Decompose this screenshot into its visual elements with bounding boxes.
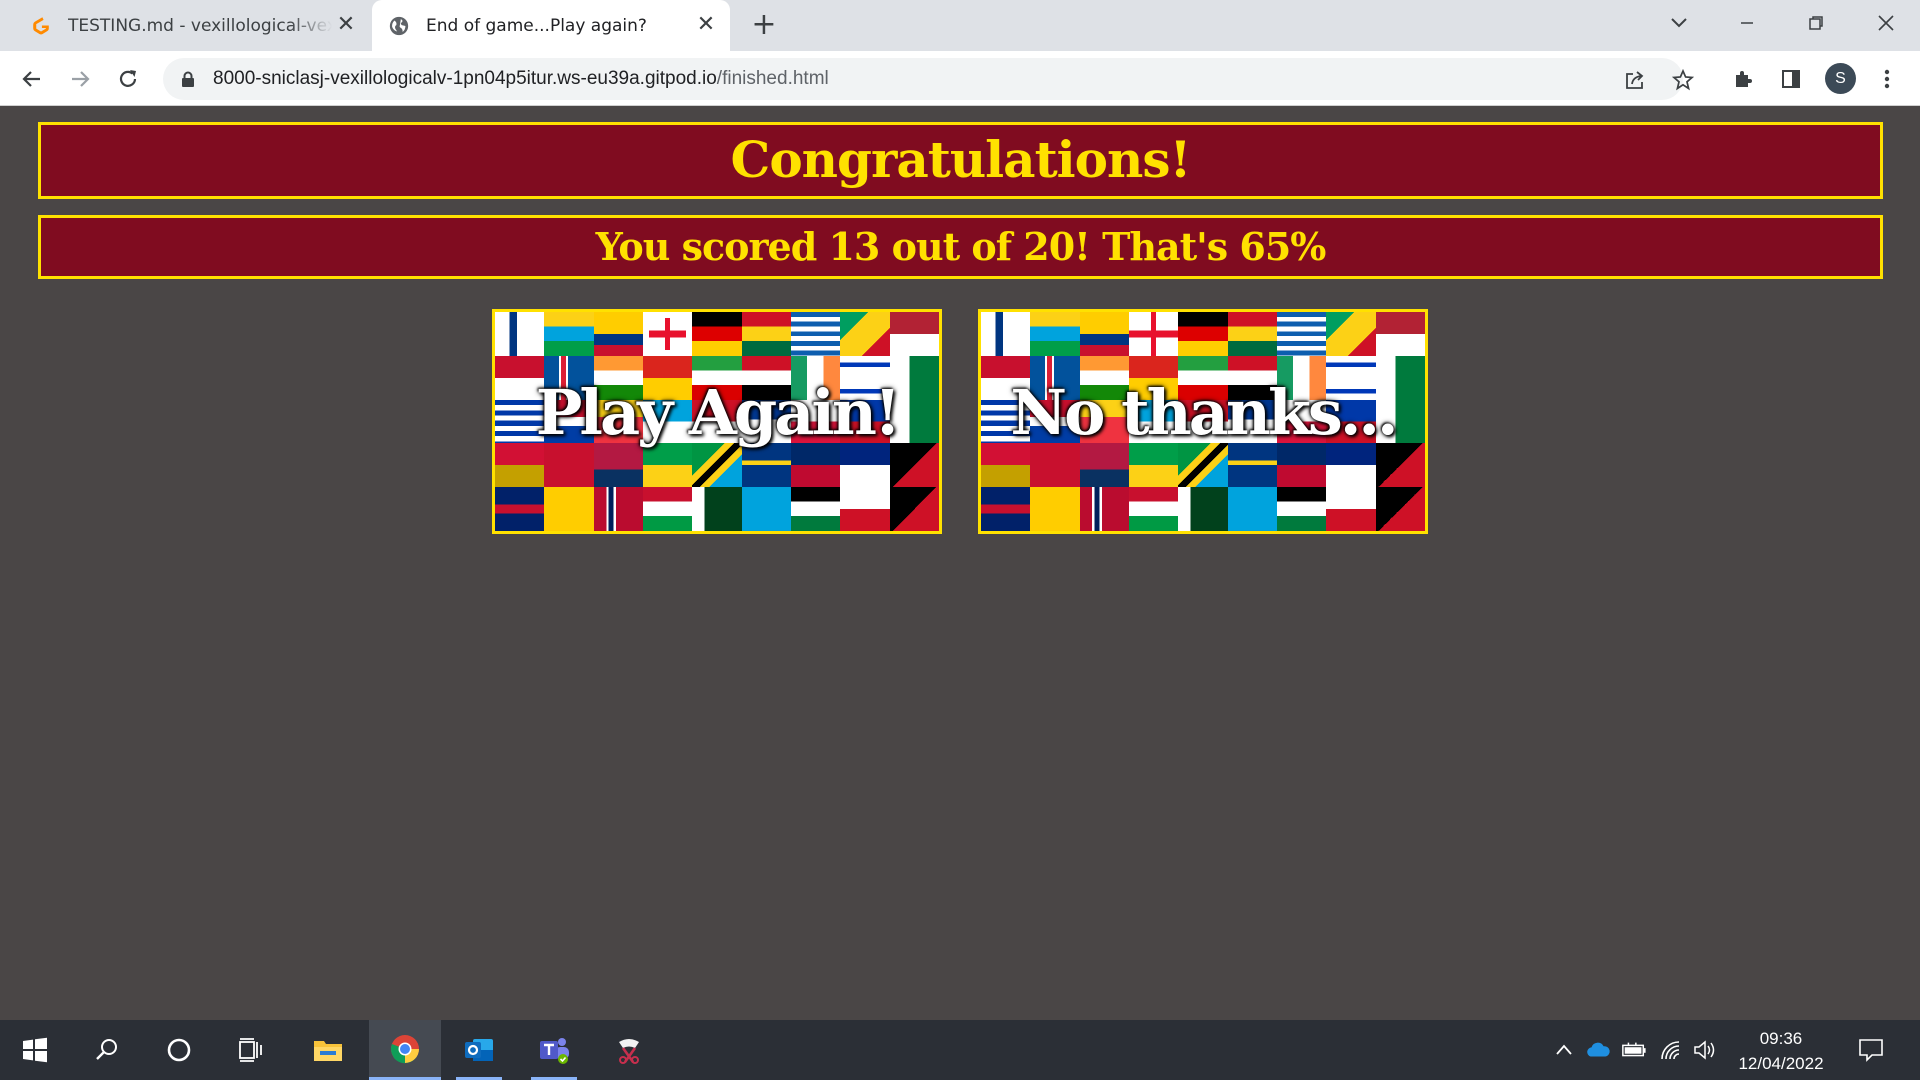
- side-panel-icon[interactable]: [1777, 65, 1805, 93]
- reload-icon[interactable]: [114, 65, 142, 93]
- snip-icon[interactable]: [598, 1020, 660, 1080]
- clock-date: 12/04/2022: [1738, 1054, 1824, 1073]
- file-explorer-icon[interactable]: [297, 1020, 359, 1080]
- system-clock[interactable]: 09:36 12/04/2022: [1725, 1026, 1837, 1076]
- windows-taskbar: 09:36 12/04/2022: [0, 1020, 1920, 1080]
- page-content: Congratulations! You scored 13 out of 20…: [0, 107, 1920, 1020]
- new-tab-button[interactable]: +: [750, 10, 778, 40]
- tab-end-of-game[interactable]: End of game...Play again? ✕: [372, 0, 730, 51]
- teams-icon[interactable]: [523, 1020, 585, 1080]
- url-text[interactable]: 8000-sniclasj-vexillologicalv-1pn04p5itu…: [213, 68, 829, 90]
- clock-time: 09:36: [1759, 1029, 1803, 1048]
- close-window-icon[interactable]: [1868, 8, 1904, 38]
- tab-search-icon[interactable]: [1661, 8, 1697, 38]
- page-title: Congratulations!: [38, 122, 1883, 199]
- close-tab-icon[interactable]: ✕: [694, 13, 718, 37]
- play-again-label: Play Again!: [535, 376, 901, 449]
- score-message: You scored 13 out of 20! That's 65%: [38, 215, 1883, 279]
- lock-icon: [182, 71, 194, 87]
- forward-arrow-icon[interactable]: [66, 65, 94, 93]
- browser-toolbar: 8000-sniclasj-vexillologicalv-1pn04p5itu…: [0, 51, 1920, 106]
- menu-dots-icon[interactable]: [1873, 65, 1901, 93]
- task-view-icon[interactable]: [220, 1020, 282, 1080]
- minimize-icon[interactable]: [1729, 8, 1765, 38]
- profile-avatar[interactable]: S: [1825, 63, 1856, 94]
- back-arrow-icon[interactable]: [18, 65, 46, 93]
- browser-tab-bar: TESTING.md - vexillological-vexations ✕ …: [0, 0, 1920, 51]
- tab-testing-md[interactable]: TESTING.md - vexillological-vexations ✕: [14, 0, 370, 51]
- chevron-up-icon[interactable]: [1551, 1038, 1577, 1062]
- no-thanks-button[interactable]: No thanks...: [978, 309, 1428, 534]
- tab-title: TESTING.md - vexillological-vexations: [68, 15, 332, 36]
- search-icon[interactable]: [76, 1020, 138, 1080]
- share-icon[interactable]: [1621, 66, 1649, 94]
- no-thanks-label: No thanks...: [1010, 376, 1398, 449]
- onedrive-icon[interactable]: [1585, 1038, 1611, 1062]
- volume-icon[interactable]: [1693, 1038, 1719, 1062]
- notifications-icon[interactable]: [1856, 1038, 1886, 1062]
- address-bar[interactable]: 8000-sniclasj-vexillologicalv-1pn04p5itu…: [163, 58, 1694, 100]
- play-again-button[interactable]: Play Again!: [492, 309, 942, 534]
- cortana-icon[interactable]: [148, 1020, 210, 1080]
- close-tab-icon[interactable]: ✕: [334, 13, 358, 37]
- extensions-icon[interactable]: [1729, 65, 1757, 93]
- outlook-icon[interactable]: [448, 1020, 510, 1080]
- globe-icon: [389, 16, 409, 35]
- battery-icon[interactable]: [1621, 1038, 1647, 1062]
- bookmark-star-icon[interactable]: [1669, 66, 1697, 94]
- start-icon[interactable]: [4, 1020, 66, 1080]
- gitpod-icon: [33, 16, 49, 34]
- url-path: /finished.html: [716, 68, 829, 89]
- chrome-icon[interactable]: [369, 1020, 441, 1080]
- tab-title: End of game...Play again?: [426, 15, 647, 36]
- url-host: 8000-sniclasj-vexillologicalv-1pn04p5itu…: [213, 68, 717, 89]
- wifi-icon[interactable]: [1658, 1038, 1684, 1062]
- restore-icon[interactable]: [1798, 8, 1834, 38]
